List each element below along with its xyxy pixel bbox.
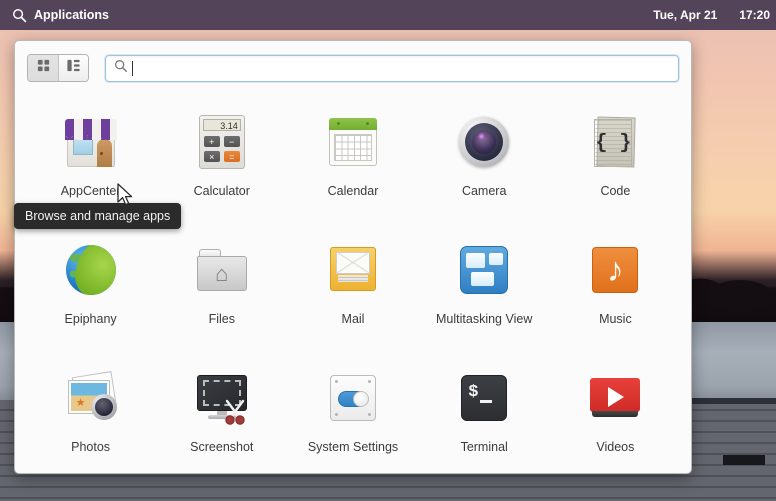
panel-clock-area[interactable]: Tue, Apr 21 17:20 bbox=[653, 8, 776, 22]
multitasking-view-icon bbox=[452, 238, 516, 302]
app-tile-terminal[interactable]: $ Terminal bbox=[419, 352, 550, 473]
app-label: Videos bbox=[596, 440, 635, 454]
app-label: Code bbox=[600, 184, 631, 198]
app-tile-camera[interactable]: Camera bbox=[419, 96, 550, 224]
app-label: Epiphany bbox=[64, 312, 117, 326]
camera-icon bbox=[452, 110, 516, 174]
top-panel: Applications Tue, Apr 21 17:20 bbox=[0, 0, 776, 30]
app-label: Multitasking View bbox=[436, 312, 533, 326]
app-label: System Settings bbox=[307, 440, 399, 454]
app-label: Camera bbox=[461, 184, 507, 198]
calculator-display: 3.14 bbox=[202, 119, 241, 131]
files-icon: ⌂ bbox=[190, 238, 254, 302]
app-label: Calendar bbox=[327, 184, 379, 198]
app-label: Files bbox=[208, 312, 235, 326]
code-braces-glyph: { } bbox=[595, 131, 632, 155]
popover-header bbox=[15, 41, 691, 92]
play-icon bbox=[608, 387, 625, 407]
wallpaper-pier-hole bbox=[723, 455, 765, 465]
app-label: Screenshot bbox=[190, 440, 254, 454]
app-tile-files[interactable]: ⌂ Files bbox=[156, 224, 287, 352]
app-tile-calendar[interactable]: Calendar bbox=[287, 96, 418, 224]
search-icon bbox=[12, 8, 27, 23]
starfish-glyph: ★ bbox=[75, 397, 86, 409]
wallpaper-pier-rail bbox=[690, 398, 776, 404]
app-label: Terminal bbox=[460, 440, 508, 454]
calculator-key-minus: − bbox=[223, 136, 240, 147]
calculator-key-times: × bbox=[203, 151, 220, 162]
app-tile-screenshot[interactable]: Screenshot bbox=[156, 352, 287, 473]
app-label: Photos bbox=[71, 440, 111, 454]
app-label: Calculator bbox=[193, 184, 250, 198]
panel-time: 17:20 bbox=[739, 8, 770, 22]
panel-date: Tue, Apr 21 bbox=[653, 8, 718, 22]
grid-view-button[interactable] bbox=[28, 55, 58, 81]
app-grid: AppCenter 3.14 + − × = Calculator Calend… bbox=[15, 92, 691, 473]
calendar-icon bbox=[321, 110, 385, 174]
system-settings-icon bbox=[321, 366, 385, 430]
app-tile-system-settings[interactable]: System Settings bbox=[287, 352, 418, 473]
app-tile-videos[interactable]: Videos bbox=[550, 352, 681, 473]
terminal-prompt-glyph: $ bbox=[468, 383, 479, 402]
scissors-icon bbox=[225, 399, 245, 425]
search-box[interactable] bbox=[105, 54, 679, 82]
music-icon: ♪ bbox=[583, 238, 647, 302]
app-tile-mail[interactable]: Mail bbox=[287, 224, 418, 352]
view-switcher bbox=[27, 54, 89, 82]
terminal-icon: $ bbox=[452, 366, 516, 430]
category-view-button[interactable] bbox=[58, 55, 88, 81]
app-tile-multitasking-view[interactable]: Multitasking View bbox=[419, 224, 550, 352]
music-note-glyph: ♪ bbox=[606, 251, 624, 289]
calculator-key-equals: = bbox=[223, 151, 240, 162]
home-icon: ⌂ bbox=[215, 260, 229, 286]
applications-menu-button[interactable]: Applications bbox=[0, 8, 109, 23]
tooltip: Browse and manage apps bbox=[14, 203, 182, 229]
search-icon bbox=[114, 59, 128, 78]
category-view-icon bbox=[66, 58, 81, 78]
app-tile-photos[interactable]: ★ Photos bbox=[25, 352, 156, 473]
app-tile-epiphany[interactable]: Epiphany bbox=[25, 224, 156, 352]
appcenter-icon bbox=[59, 110, 123, 174]
mail-icon bbox=[321, 238, 385, 302]
calculator-key-plus: + bbox=[203, 136, 220, 147]
applications-popover: AppCenter 3.14 + − × = Calculator Calend… bbox=[14, 40, 692, 474]
calculator-icon: 3.14 + − × = bbox=[190, 110, 254, 174]
epiphany-icon bbox=[59, 238, 123, 302]
grid-view-icon bbox=[36, 58, 51, 78]
text-caret bbox=[132, 60, 133, 76]
app-tile-code[interactable]: { } Code bbox=[550, 96, 681, 224]
app-label: Music bbox=[599, 312, 632, 326]
applications-label: Applications bbox=[34, 8, 110, 22]
photos-icon: ★ bbox=[59, 366, 123, 430]
videos-icon bbox=[583, 366, 647, 430]
code-icon: { } bbox=[583, 110, 647, 174]
app-label: AppCenter bbox=[60, 184, 121, 198]
search-input[interactable] bbox=[139, 61, 670, 75]
app-label: Mail bbox=[341, 312, 365, 326]
screenshot-icon bbox=[190, 366, 254, 430]
app-tile-music[interactable]: ♪ Music bbox=[550, 224, 681, 352]
